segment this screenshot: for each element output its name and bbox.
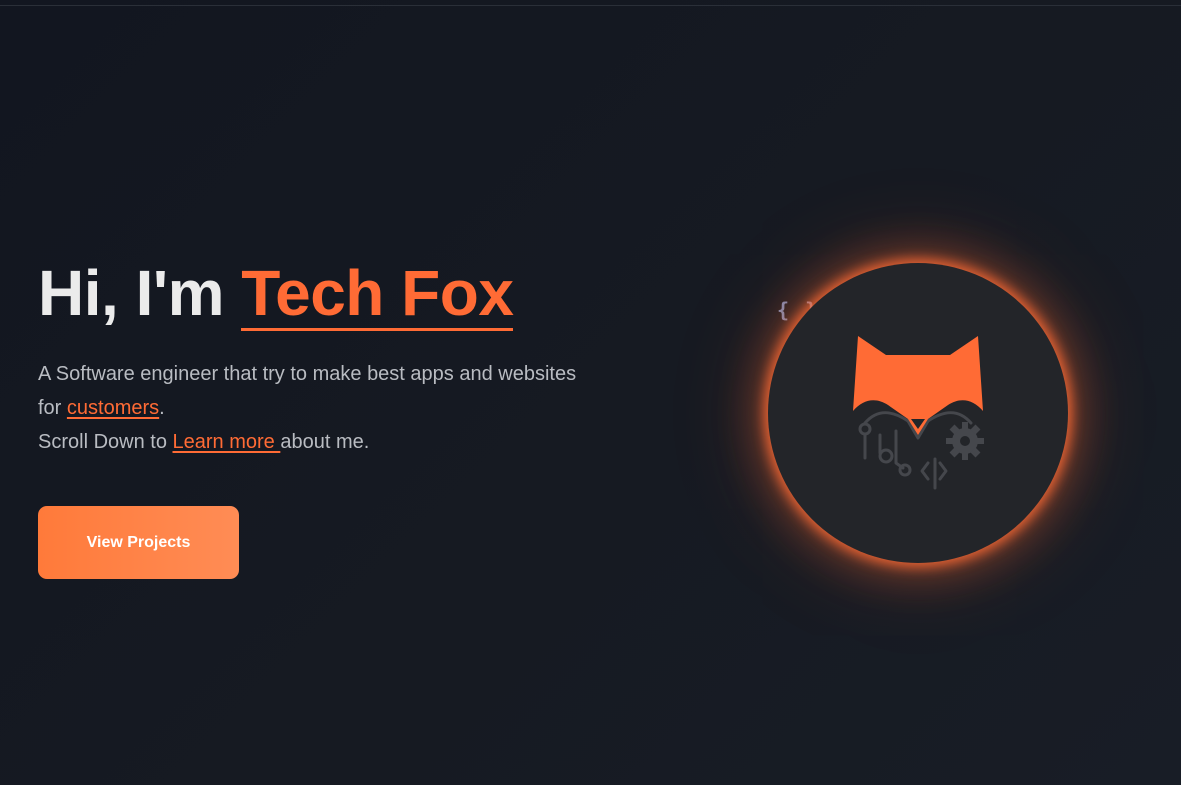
hero-subtitle: A Software engineer that try to make bes… — [38, 357, 598, 459]
subtitle-line2-suffix: about me. — [280, 431, 370, 453]
customers-link[interactable]: customers — [67, 397, 159, 419]
header-divider — [0, 5, 1181, 6]
fox-circuit-logo-icon — [853, 336, 984, 490]
hero-section: Hi, I'm Tech Fox A Software engineer tha… — [0, 0, 1181, 785]
subtitle-line2-prefix: Scroll Down to — [38, 431, 173, 453]
learn-more-link[interactable]: Learn more — [173, 431, 281, 453]
hero-text-block: Hi, I'm Tech Fox A Software engineer tha… — [38, 255, 598, 459]
hero-name: Tech Fox — [241, 257, 514, 331]
avatar — [768, 263, 1068, 563]
subtitle-period: . — [159, 397, 165, 419]
greeting-text: Hi, I'm — [38, 257, 242, 329]
view-projects-button[interactable]: View Projects — [38, 506, 239, 579]
hero-headline: Hi, I'm Tech Fox — [38, 255, 598, 331]
